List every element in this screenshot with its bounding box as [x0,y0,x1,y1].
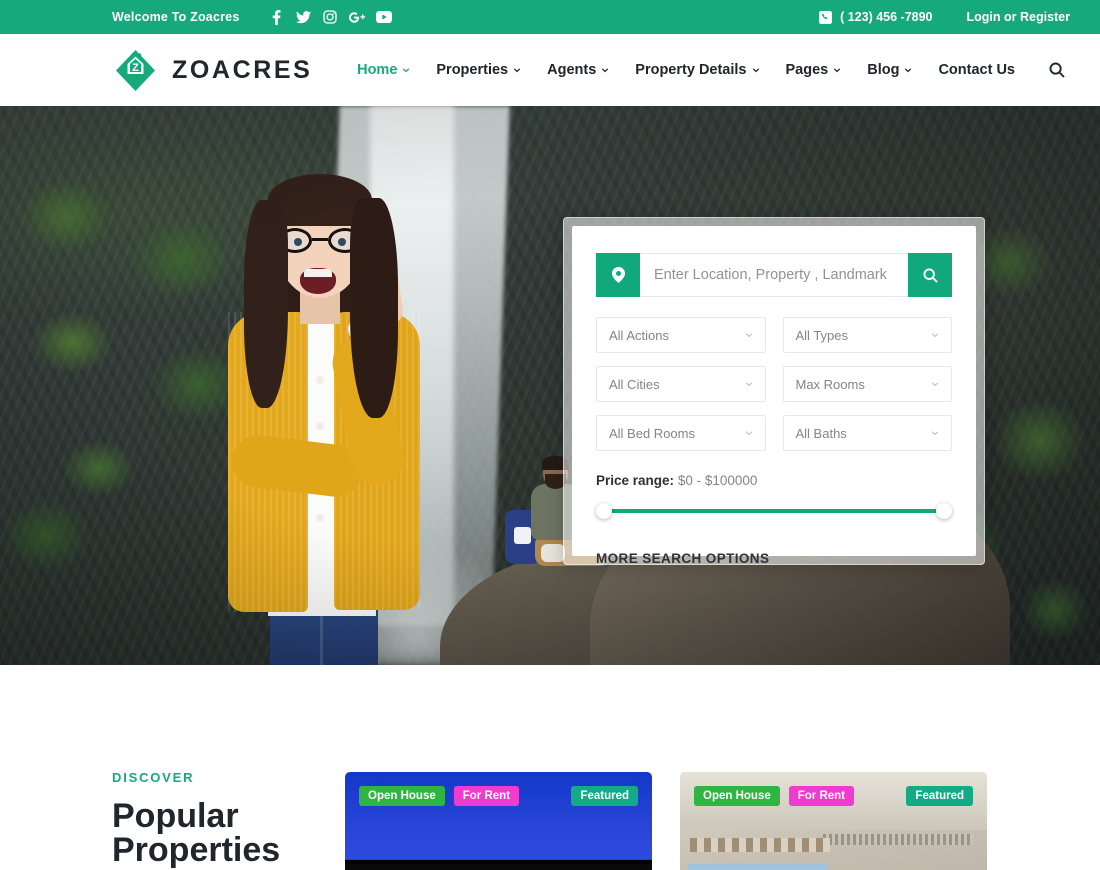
slider-track [604,509,944,513]
nav-label: Contact Us [938,62,1015,78]
nav-label: Property Details [635,62,747,78]
brand-name: ZOACRES [172,55,313,84]
youtube-icon[interactable] [371,4,397,30]
location-search-row [596,253,952,297]
filter-grid: All Actions All Types All Cities Max Roo… [596,317,952,451]
property-search-panel: All Actions All Types All Cities Max Roo… [563,217,985,566]
welcome-text: Welcome To Zoacres [112,10,240,24]
card-badges: Open House For Rent Featured [680,786,987,806]
search-icon[interactable] [1044,57,1070,83]
hero-banner: All Actions All Types All Cities Max Roo… [0,106,1100,665]
phone-text: ( 123) 456 -7890 [840,10,933,24]
select-label: All Bed Rooms [609,425,695,441]
status-badge-open-house[interactable]: Open House [359,786,445,806]
brand-logo[interactable]: Z ZOACRES [112,47,312,94]
status-badge-for-rent[interactable]: For Rent [453,786,520,806]
price-range-slider[interactable] [596,503,952,519]
site-header: Z ZOACRES Home Properties Agents Propert… [0,34,1100,106]
select-label: Max Rooms [795,376,865,392]
price-range-value: $0 - $100000 [677,473,758,488]
nav-item-agents[interactable]: Agents [534,62,622,78]
nav-label: Pages [785,62,829,78]
price-range-label: Price range: $0 - $100000 [596,473,952,488]
chevron-down-icon [931,382,939,387]
status-badge-open-house[interactable]: Open House [694,786,780,806]
chevron-down-icon [745,333,752,338]
nav-label: Agents [547,62,597,78]
card-badges: Open House For Rent Featured [345,786,652,806]
select-label: All Cities [609,376,660,392]
select-all-baths[interactable]: All Baths [782,415,952,451]
phone-number[interactable]: ( 123) 456 -7890 [819,10,933,24]
twitter-icon[interactable] [290,4,316,30]
select-all-types[interactable]: All Types [782,317,952,353]
select-all-actions[interactable]: All Actions [596,317,766,353]
search-submit-button[interactable] [908,253,952,297]
select-label: All Actions [609,327,669,343]
section-heading: DISCOVER Popular Properties [112,770,280,867]
select-label: All Baths [795,425,847,441]
instagram-icon[interactable] [317,4,343,30]
property-card[interactable]: Open House For Rent Featured [680,772,987,870]
nav-item-blog[interactable]: Blog [854,62,925,78]
zoacres-logo-icon: Z [112,47,159,94]
map-pin-icon[interactable] [596,253,640,297]
social-links [263,4,397,30]
select-max-rooms[interactable]: Max Rooms [782,366,952,402]
slider-handle-min[interactable] [596,503,612,519]
nav-item-property-details[interactable]: Property Details [622,62,772,78]
chevron-down-icon [833,68,841,73]
section-title-line2: Properties [112,831,281,869]
slider-handle-max[interactable] [936,503,952,519]
chevron-down-icon [752,68,759,73]
select-all-cities[interactable]: All Cities [596,366,766,402]
google-plus-icon[interactable] [344,4,370,30]
popular-properties-section: DISCOVER Popular Properties Open House F… [0,665,1100,870]
chevron-down-icon [931,333,939,338]
chevron-down-icon [745,382,752,387]
search-input[interactable] [640,253,908,297]
nav-label: Home [357,62,398,78]
chevron-down-icon [602,68,609,73]
chevron-down-icon [403,68,410,73]
chevron-down-icon [745,431,752,436]
phone-icon [819,10,833,24]
nav-label: Properties [436,62,509,78]
nav-item-pages[interactable]: Pages [773,62,855,78]
nav-item-contact-us[interactable]: Contact Us [925,62,1028,78]
svg-text:Z: Z [132,61,139,73]
more-search-options-link[interactable]: MORE SEARCH OPTIONS [596,551,952,566]
nav-item-home[interactable]: Home [344,62,423,78]
nav-item-properties[interactable]: Properties [423,62,534,78]
facebook-icon[interactable] [263,4,289,30]
status-badge-featured[interactable]: Featured [906,786,973,806]
property-card[interactable]: Open House For Rent Featured [345,772,652,870]
main-navigation: Home Properties Agents Property Details … [344,57,1070,83]
chevron-down-icon [513,68,521,73]
nav-label: Blog [867,62,900,78]
chevron-down-icon [905,68,912,73]
price-range-title: Price range: [596,473,675,488]
status-badge-for-rent[interactable]: For Rent [788,786,855,806]
login-register-link[interactable]: Login or Register [967,10,1070,24]
top-bar-left: Welcome To Zoacres [112,4,397,30]
property-card-list: Open House For Rent Featured Open House … [345,772,987,870]
section-eyebrow: DISCOVER [112,770,195,785]
top-bar-right: ( 123) 456 -7890 Login or Register [819,10,1070,24]
select-all-bed-rooms[interactable]: All Bed Rooms [596,415,766,451]
status-badge-featured[interactable]: Featured [571,786,638,806]
chevron-down-icon [931,431,939,436]
select-label: All Types [795,327,849,343]
top-bar: Welcome To Zoacres ( 123) 456 -7890 Logi… [0,0,1100,34]
section-title-line1: Popular [112,797,239,835]
